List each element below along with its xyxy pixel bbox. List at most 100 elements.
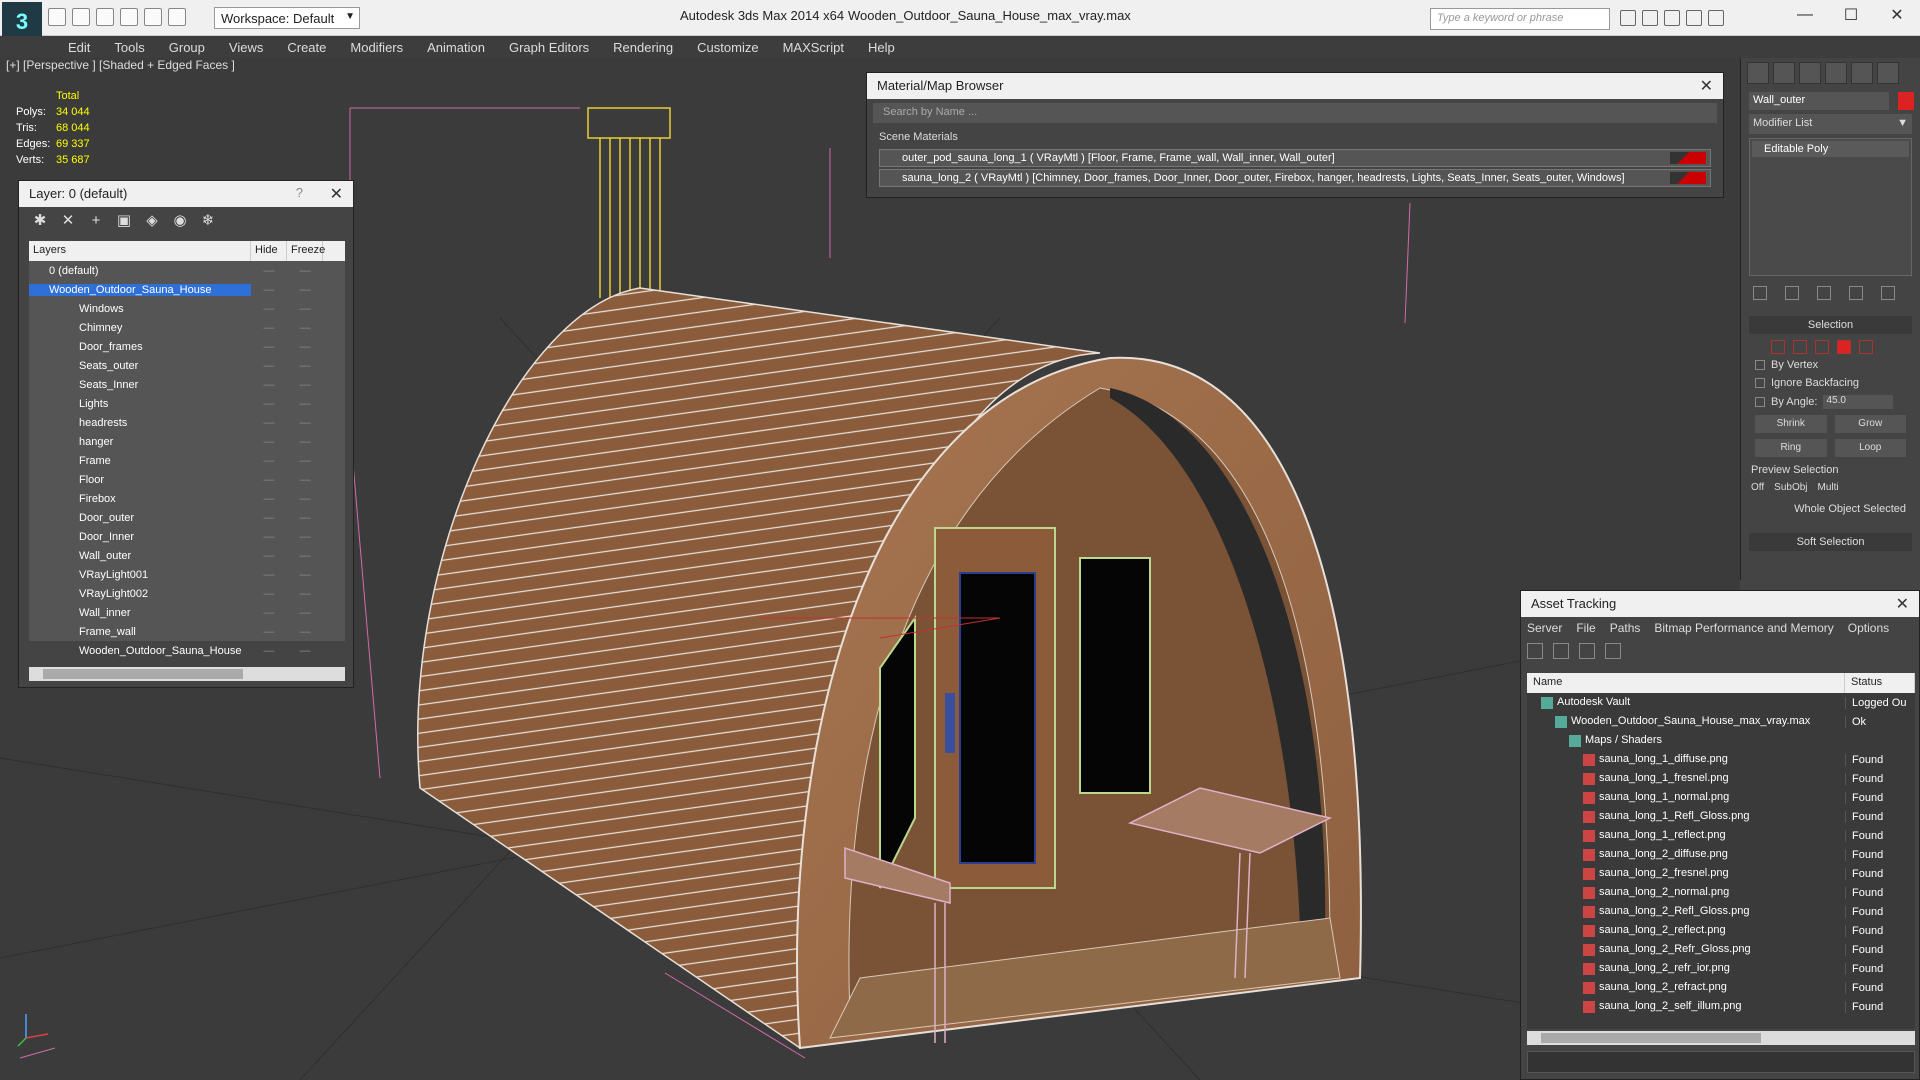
hide-toggle[interactable]: — — [251, 436, 287, 448]
freeze-toggle[interactable]: — — [287, 398, 323, 410]
freeze-toggle[interactable]: — — [287, 474, 323, 486]
asset-row[interactable]: sauna_long_2_Refl_Gloss.png Found — [1527, 902, 1915, 921]
list-view-icon[interactable] — [1553, 643, 1569, 659]
menu-graph-editors[interactable]: Graph Editors — [497, 36, 601, 58]
freeze-toggle[interactable]: — — [287, 607, 323, 619]
hide-toggle[interactable]: — — [251, 512, 287, 524]
menu-modifiers[interactable]: Modifiers — [338, 36, 415, 58]
freeze-toggle[interactable]: — — [287, 645, 323, 657]
asset-row[interactable]: sauna_long_1_diffuse.png Found — [1527, 750, 1915, 769]
select-objects-icon[interactable]: ▣ — [115, 211, 133, 229]
show-end-result-icon[interactable] — [1785, 286, 1799, 300]
element-icon[interactable] — [1859, 340, 1873, 354]
menu-server[interactable]: Server — [1527, 621, 1562, 635]
asset-row[interactable]: sauna_long_1_Refl_Gloss.png Found — [1527, 807, 1915, 826]
save-icon[interactable] — [96, 8, 114, 26]
layer-row[interactable]: Door_outer — — — [29, 508, 345, 527]
asset-row[interactable]: sauna_long_2_fresnel.png Found — [1527, 864, 1915, 883]
freeze-toggle[interactable]: — — [287, 550, 323, 562]
object-color-swatch[interactable] — [1898, 92, 1914, 110]
layer-row[interactable]: Wall_inner — — — [29, 603, 345, 622]
hide-toggle[interactable]: — — [251, 360, 287, 372]
hide-toggle[interactable]: — — [251, 455, 287, 467]
close-icon[interactable]: ✕ — [1700, 76, 1713, 96]
subscription-icon[interactable] — [1642, 10, 1658, 26]
menu-tools[interactable]: Tools — [102, 36, 156, 58]
freeze-toggle[interactable]: — — [287, 360, 323, 372]
hide-toggle[interactable]: — — [251, 341, 287, 353]
col-layers[interactable]: Layers — [29, 241, 251, 261]
layer-row[interactable]: Seats_Inner — — — [29, 375, 345, 394]
star-icon[interactable] — [1686, 10, 1702, 26]
asset-row[interactable]: Wooden_Outdoor_Sauna_House_max_vray.max O… — [1527, 712, 1915, 731]
open-file-icon[interactable] — [72, 8, 90, 26]
col-freeze[interactable]: Freeze — [287, 241, 325, 261]
layer-row[interactable]: Wooden_Outdoor_Sauna_House — — — [29, 280, 345, 299]
menu-customize[interactable]: Customize — [685, 36, 770, 58]
material-search-input[interactable]: Search by Name ... — [873, 103, 1717, 123]
layer-row[interactable]: VRayLight001 — — — [29, 565, 345, 584]
menu-edit[interactable]: Edit — [56, 36, 102, 58]
freeze-toggle[interactable]: — — [287, 493, 323, 505]
undo-icon[interactable] — [120, 8, 138, 26]
radio-off[interactable]: Off — [1751, 482, 1764, 493]
hide-all-icon[interactable]: ◉ — [171, 211, 189, 229]
pin-stack-icon[interactable] — [1753, 286, 1767, 300]
col-hide[interactable]: Hide — [251, 241, 287, 261]
hide-toggle[interactable]: — — [251, 284, 287, 296]
freeze-toggle[interactable]: — — [287, 531, 323, 543]
material-browser-titlebar[interactable]: Material/Map Browser ✕ — [867, 73, 1723, 99]
asset-row[interactable]: sauna_long_2_normal.png Found — [1527, 883, 1915, 902]
project-folder-icon[interactable] — [168, 8, 186, 26]
scroll-thumb[interactable] — [1541, 1033, 1761, 1043]
layer-row[interactable]: Firebox — — — [29, 489, 345, 508]
maximize-icon[interactable]: ☐ — [1828, 0, 1874, 30]
freeze-toggle[interactable]: — — [287, 512, 323, 524]
layer-row[interactable]: Frame — — — [29, 451, 345, 470]
menu-help[interactable]: Help — [856, 36, 907, 58]
stack-item-editable-poly[interactable]: Editable Poly — [1752, 141, 1909, 157]
freeze-all-icon[interactable]: ❄ — [199, 211, 217, 229]
help-icon[interactable] — [1708, 10, 1724, 26]
freeze-toggle[interactable]: — — [287, 569, 323, 581]
ring-button[interactable]: Ring — [1755, 439, 1827, 457]
menu-paths[interactable]: Paths — [1610, 621, 1641, 635]
material-item[interactable]: outer_pod_sauna_long_1 ( VRayMtl ) [Floo… — [879, 149, 1711, 167]
refresh-icon[interactable] — [1527, 643, 1543, 659]
col-name[interactable]: Name — [1527, 673, 1845, 693]
display-tab-icon[interactable] — [1851, 62, 1873, 84]
utilities-tab-icon[interactable] — [1877, 62, 1899, 84]
hide-toggle[interactable]: — — [251, 626, 287, 638]
asset-row[interactable]: sauna_long_2_Refr_Gloss.png Found — [1527, 940, 1915, 959]
asset-row[interactable]: sauna_long_2_self_illum.png Found — [1527, 997, 1915, 1016]
new-file-icon[interactable] — [48, 8, 66, 26]
asset-horizontal-scrollbar[interactable] — [1527, 1031, 1915, 1045]
hide-toggle[interactable]: — — [251, 322, 287, 334]
layer-row[interactable]: Door_frames — — — [29, 337, 345, 356]
loop-button[interactable]: Loop — [1834, 439, 1906, 457]
communication-icon[interactable] — [1664, 10, 1680, 26]
highlight-layer-icon[interactable]: ◈ — [143, 211, 161, 229]
motion-tab-icon[interactable] — [1825, 62, 1847, 84]
asset-row[interactable]: sauna_long_2_refr_ior.png Found — [1527, 959, 1915, 978]
scroll-thumb[interactable] — [43, 669, 243, 679]
layer-horizontal-scrollbar[interactable] — [29, 667, 345, 681]
asset-row[interactable]: Autodesk Vault Logged Ou — [1527, 693, 1915, 712]
modify-tab-icon[interactable] — [1773, 62, 1795, 84]
layer-row[interactable]: Door_Inner — — — [29, 527, 345, 546]
freeze-toggle[interactable]: — — [287, 341, 323, 353]
layer-row[interactable]: Wall_outer — — — [29, 546, 345, 565]
hide-toggle[interactable]: — — [251, 550, 287, 562]
hide-toggle[interactable]: — — [251, 645, 287, 657]
asset-row[interactable]: sauna_long_1_normal.png Found — [1527, 788, 1915, 807]
hide-toggle[interactable]: — — [251, 398, 287, 410]
menu-bitmap-performance[interactable]: Bitmap Performance and Memory — [1654, 621, 1833, 635]
radio-multi[interactable]: Multi — [1818, 482, 1839, 493]
workspace-dropdown[interactable]: Workspace: Default ▼ — [214, 7, 360, 29]
hide-toggle[interactable]: — — [251, 379, 287, 391]
ignore-backfacing-checkbox[interactable]: Ignore Backfacing — [1741, 374, 1920, 392]
delete-layer-icon[interactable]: ✕ — [59, 211, 77, 229]
freeze-toggle[interactable]: — — [287, 284, 323, 296]
hide-toggle[interactable]: — — [251, 303, 287, 315]
layer-row[interactable]: Wooden_Outdoor_Sauna_House — — — [29, 641, 345, 660]
